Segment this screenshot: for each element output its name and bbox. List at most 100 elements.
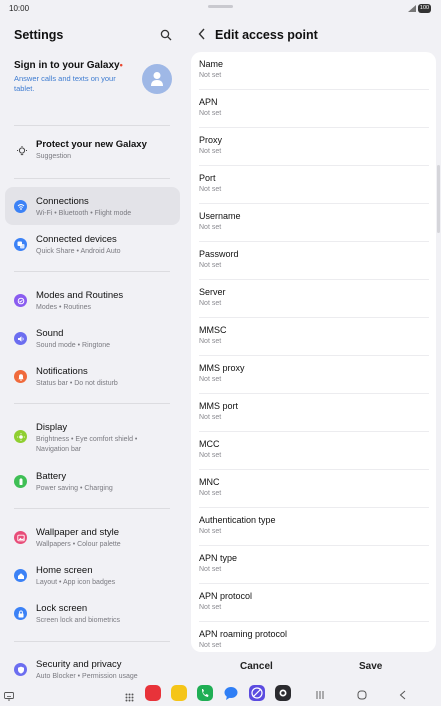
field-label: APN type [199, 553, 238, 563]
field-value: Not set [199, 110, 222, 117]
item-sub: Power saving • Charging [36, 485, 113, 492]
save-button[interactable]: Save [359, 661, 382, 672]
item-label: Sound [36, 328, 64, 339]
sidebar-item-connections[interactable]: Connections Wi-Fi • Bluetooth • Flight m… [5, 187, 180, 225]
suggestion-sub: Suggestion [36, 153, 72, 160]
item-label: Lock screen [36, 603, 88, 614]
field-label: APN roaming protocol [199, 629, 288, 639]
item-label: Security and privacy [36, 659, 122, 670]
apn-field-password[interactable]: Password Not set [199, 242, 429, 280]
sidebar-item-display[interactable]: Display Brightness • Eye comfort shield … [5, 413, 180, 459]
display-icon [14, 430, 27, 443]
search-icon[interactable] [160, 28, 174, 42]
field-value: Not set [199, 224, 222, 231]
divider [14, 403, 170, 404]
sidebar-item-connected-devices[interactable]: Connected devices Quick Share • Android … [5, 225, 180, 263]
item-sub: Wallpapers • Colour palette [36, 541, 121, 548]
field-label: Server [199, 287, 226, 297]
sidebar-item-modes-routines[interactable]: Modes and Routines Modes • Routines [5, 281, 180, 319]
field-value: Not set [199, 186, 222, 193]
item-label: Battery [36, 471, 67, 482]
app-folder-icon[interactable] [171, 685, 187, 701]
drag-handle[interactable] [208, 5, 233, 8]
status-time: 10:00 [9, 4, 30, 13]
browser-app-icon[interactable] [249, 685, 265, 701]
apn-field-mms-port[interactable]: MMS port Not set [199, 394, 429, 432]
cancel-button[interactable]: Cancel [240, 661, 273, 672]
apn-field-mcc[interactable]: MCC Not set [199, 432, 429, 470]
field-label: Port [199, 173, 216, 183]
apn-field-apn-roaming-protocol[interactable]: APN roaming protocol Not set [199, 622, 429, 652]
phone-app-icon[interactable] [197, 685, 213, 701]
field-value: Not set [199, 528, 222, 535]
item-sub: Wi-Fi • Bluetooth • Flight mode [36, 210, 132, 217]
apn-field-mnc[interactable]: MNC Not set [199, 470, 429, 508]
edit-apn-title: Edit access point [215, 28, 318, 42]
item-label: Notifications [36, 366, 88, 377]
home-screen-icon [14, 569, 27, 582]
item-sub: Modes • Routines [36, 304, 91, 311]
divider [14, 271, 170, 272]
app-red-icon[interactable] [145, 685, 161, 701]
camera-app-icon[interactable] [275, 685, 291, 701]
field-value: Not set [199, 490, 222, 497]
connected-devices-icon [14, 238, 27, 251]
apn-field-mms-proxy[interactable]: MMS proxy Not set [199, 356, 429, 394]
signin-subtitle: Answer calls and texts on your tablet. [14, 74, 116, 93]
sidebar-item-lock-screen[interactable]: Lock screen Screen lock and biometrics [5, 594, 180, 632]
lock-icon [14, 607, 27, 620]
apn-field-port[interactable]: Port Not set [199, 166, 429, 204]
sidebar-item-home-screen[interactable]: Home screen Layout • App icon badges [5, 556, 180, 594]
item-sub: Brightness • Eye comfort shield • Naviga… [36, 436, 138, 453]
sidebar-item-security-privacy[interactable]: Security and privacy Auto Blocker • Perm… [5, 650, 180, 683]
battery-indicator: 100 [418, 4, 431, 13]
divider [14, 508, 170, 509]
apn-field-proxy[interactable]: Proxy Not set [199, 128, 429, 166]
battery-icon [14, 475, 27, 488]
sound-icon [14, 332, 27, 345]
item-sub: Screen lock and biometrics [36, 617, 121, 624]
divider [14, 125, 170, 126]
edit-apn-header: Edit access point [188, 18, 441, 52]
status-bar: 10:00 100 [0, 0, 441, 18]
keyboard-icon[interactable] [4, 688, 14, 706]
home-icon[interactable] [357, 687, 367, 705]
modes-icon [14, 294, 27, 307]
sidebar-item-wallpaper-style[interactable]: Wallpaper and style Wallpapers • Colour … [5, 518, 180, 556]
messages-app-icon[interactable] [223, 685, 239, 701]
signin-title: Sign in to your Galaxy [14, 60, 120, 71]
field-value: Not set [199, 376, 222, 383]
field-value: Not set [199, 604, 222, 611]
apn-field-name[interactable]: Name Not set [199, 52, 429, 90]
taskbar [0, 683, 441, 706]
apn-field-apn-protocol[interactable]: APN protocol Not set [199, 584, 429, 622]
item-sub: Sound mode • Ringtone [36, 342, 111, 349]
apn-field-username[interactable]: Username Not set [199, 204, 429, 242]
apps-grid-icon[interactable] [125, 689, 134, 706]
recents-icon[interactable] [316, 687, 324, 705]
apn-field-server[interactable]: Server Not set [199, 280, 429, 318]
item-sub: Layout • App icon badges [36, 579, 116, 586]
field-value: Not set [199, 262, 222, 269]
scrollbar[interactable] [437, 165, 440, 233]
sidebar-item-battery[interactable]: Battery Power saving • Charging [5, 462, 180, 500]
avatar[interactable] [142, 64, 172, 94]
field-value: Not set [199, 338, 222, 345]
item-label: Wallpaper and style [36, 527, 120, 538]
item-label: Connections [36, 196, 89, 207]
apn-field-apn[interactable]: APN Not set [199, 90, 429, 128]
field-label: Proxy [199, 135, 223, 145]
security-icon [14, 663, 27, 676]
apn-field-authentication-type[interactable]: Authentication type Not set [199, 508, 429, 546]
back-icon[interactable] [399, 687, 406, 705]
field-label: MMS proxy [199, 363, 245, 373]
field-label: Username [199, 211, 241, 221]
sidebar-item-notifications[interactable]: Notifications Status bar • Do not distur… [5, 357, 180, 395]
sidebar-item-sound[interactable]: Sound Sound mode • Ringtone [5, 319, 180, 357]
wifi-icon [14, 200, 27, 213]
apn-field-apn-type[interactable]: APN type Not set [199, 546, 429, 584]
back-arrow-icon[interactable] [198, 28, 206, 43]
suggestion-item[interactable]: Protect your new Galaxy Suggestion [5, 130, 180, 168]
apn-field-mmsc[interactable]: MMSC Not set [199, 318, 429, 356]
item-sub: Status bar • Do not disturb [36, 380, 118, 387]
